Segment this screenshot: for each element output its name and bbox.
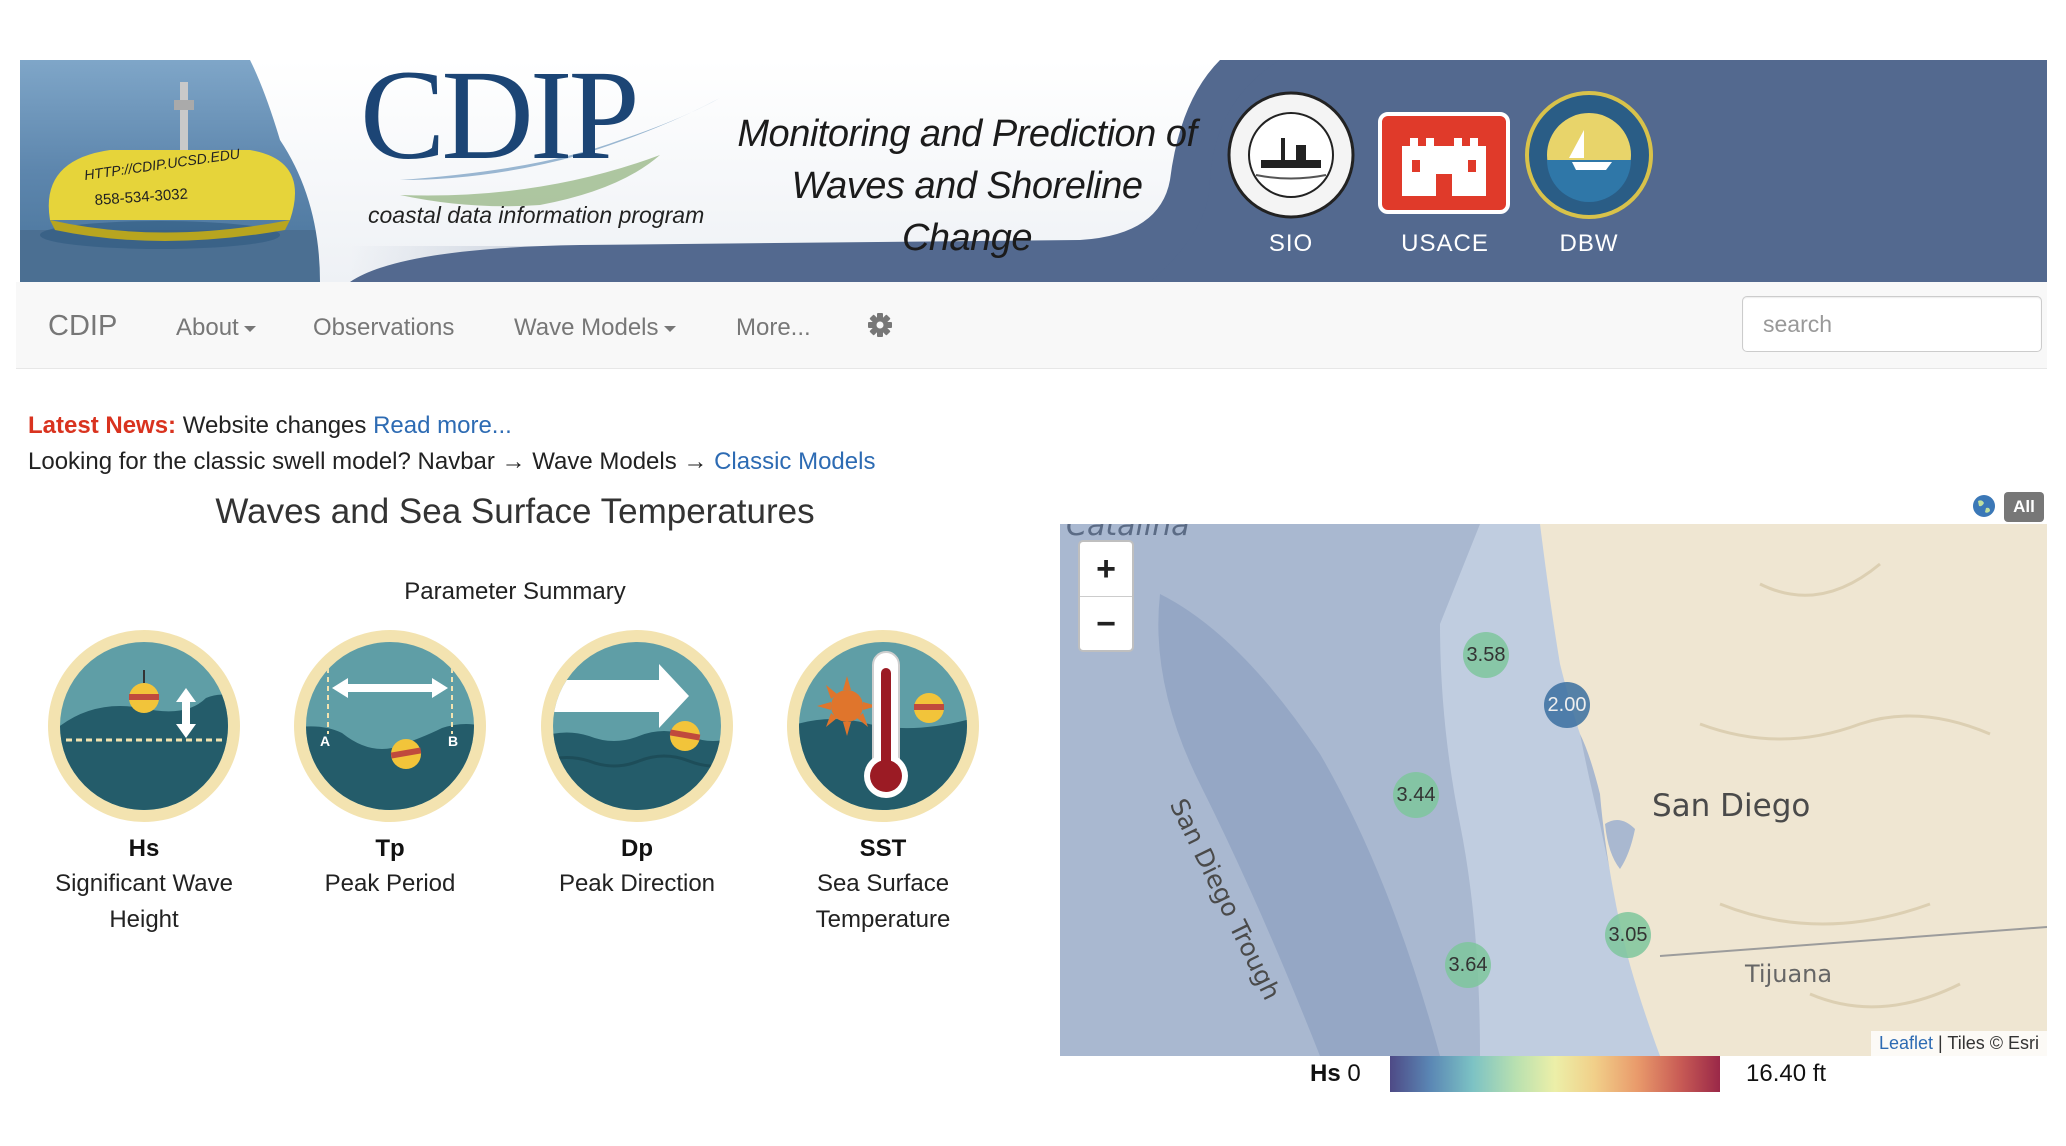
param-hs[interactable]: Hs Significant Wave Height (34, 628, 254, 938)
marker-a: A (320, 733, 330, 749)
param-sst-desc-line1: Sea Surface (816, 870, 950, 897)
map-label-catalina: Catalina (1066, 524, 1190, 543)
sio-seal[interactable] (1226, 90, 1356, 220)
latest-news-text: Website changes (182, 412, 367, 439)
map-attribution: Leaflet | Tiles © Esri (1870, 1031, 2047, 1056)
globe-icon[interactable] (1971, 493, 1997, 524)
param-dp-desc: Peak Direction (558, 870, 716, 897)
nav-item-about[interactable]: About (176, 314, 256, 342)
dbw-seal[interactable] (1524, 90, 1654, 220)
map-label-san-diego: San Diego (1652, 788, 1811, 824)
legend-param: Hs (1310, 1060, 1341, 1087)
section-title: Waves and Sea Surface Temperatures (215, 492, 815, 531)
logo-subtitle: coastal data information program (368, 202, 705, 228)
buoy-marker[interactable]: 3.58 (1463, 632, 1509, 678)
param-hs-desc-line2: Height (109, 906, 179, 933)
param-hs-abbr: Hs (128, 835, 160, 862)
caret-down-icon (663, 325, 676, 332)
castle-icon (1402, 138, 1486, 196)
settings-button[interactable] (865, 310, 895, 340)
tagline-line-1: Monitoring and Prediction of (737, 113, 1197, 155)
buoy-marker[interactable]: 2.00 (1544, 682, 1590, 728)
legend-colorbar (1390, 1056, 1720, 1092)
param-sst-desc-line2: Temperature (815, 906, 951, 933)
site-banner: HTTP://CDIP.UCSD.EDU 858-534-3032 CDIP c… (20, 60, 2047, 282)
latest-news-label: Latest News: (28, 412, 177, 439)
caret-down-icon (243, 325, 256, 332)
param-dp[interactable]: Dp Peak Direction (527, 628, 747, 902)
navbar-brand[interactable]: CDIP (48, 310, 117, 343)
nav-about-label: About (176, 314, 239, 341)
zoom-out-button[interactable]: − (1080, 596, 1132, 651)
all-stations-button[interactable]: All (2004, 492, 2044, 522)
search-input[interactable] (1742, 296, 2042, 352)
legend-label: Hs 0 (1310, 1060, 1361, 1088)
usace-logo[interactable] (1378, 112, 1510, 214)
param-hs-desc-line1: Significant Wave (55, 870, 233, 897)
nav-more-label: More... (736, 314, 811, 341)
tagline-line-2: Waves and Shoreline Change (791, 165, 1143, 259)
latest-news: Latest News: Website changes Read more..… (28, 412, 512, 440)
buoy-marker[interactable]: 3.64 (1445, 942, 1491, 988)
param-tp-desc: Peak Period (324, 870, 456, 897)
gear-icon (868, 313, 892, 337)
nav-observations-label: Observations (313, 314, 455, 341)
zoom-control: + − (1078, 540, 1134, 652)
param-sst[interactable]: SST Sea Surface Temperature (773, 628, 993, 938)
classic-models-notice: Looking for the classic swell model? Nav… (28, 448, 875, 476)
logo-text: CDIP (360, 60, 640, 186)
tiles-attribution: | Tiles © Esri (1938, 1033, 2039, 1053)
nav-item-more[interactable]: More... (736, 314, 811, 342)
nav-wave-models-label: Wave Models (514, 314, 659, 341)
buoy-marker[interactable]: 3.44 (1393, 772, 1439, 818)
legend-min: 0 (1347, 1060, 1361, 1087)
nav-item-observations[interactable]: Observations (313, 314, 454, 342)
marker-b: B (448, 733, 458, 749)
sio-seal-icon (1227, 91, 1355, 219)
thermometer-icon (785, 628, 981, 824)
map-label-tijuana: Tijuana (1745, 960, 1833, 988)
wave-height-icon (46, 628, 242, 824)
classic-models-prefix: Looking for the classic swell model? Nav… (28, 448, 708, 475)
zoom-in-button[interactable]: + (1080, 542, 1132, 596)
param-tp-abbr: Tp (375, 835, 405, 862)
wave-direction-icon (539, 628, 735, 824)
partner-label-usace: USACE (1401, 230, 1489, 257)
partner-label-sio: SIO (1268, 230, 1314, 257)
param-sst-abbr: SST (859, 835, 907, 862)
leaflet-link[interactable]: Leaflet (1879, 1033, 1933, 1053)
classic-models-link[interactable]: Classic Models (714, 448, 875, 475)
param-dp-abbr: Dp (621, 835, 653, 862)
nav-item-wave-models[interactable]: Wave Models (514, 314, 676, 342)
navbar: CDIP About Observations Wave Models More… (16, 282, 2047, 369)
wave-period-icon: A B (292, 628, 488, 824)
parameter-summary-title: Parameter Summary (404, 578, 626, 605)
map-tiles (1060, 524, 2047, 1056)
partner-label-dbw: DBW (1559, 230, 1619, 257)
tagline: Monitoring and Prediction of Waves and S… (732, 108, 1202, 264)
wave-map[interactable]: + − Catalina San Diego Trough San Diego … (1060, 524, 2047, 1056)
read-more-link[interactable]: Read more... (373, 412, 512, 439)
legend-max: 16.40 ft (1746, 1060, 1827, 1087)
buoy-marker[interactable]: 3.05 (1605, 912, 1651, 958)
dbw-seal-icon (1525, 91, 1653, 219)
param-tp[interactable]: A B Tp Peak Period (280, 628, 500, 902)
